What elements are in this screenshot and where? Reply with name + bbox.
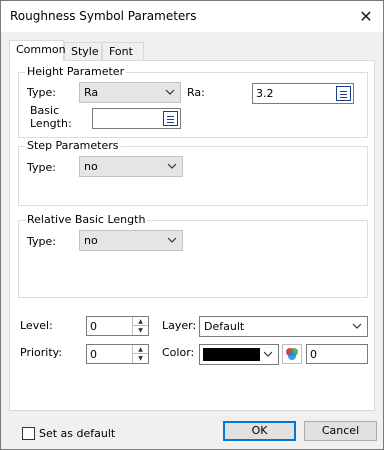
step-type-label: Type: [27, 161, 56, 174]
height-type-value: Ra [84, 86, 99, 99]
ra-value: 3.2 [256, 87, 274, 100]
ra-label: Ra: [187, 86, 205, 99]
priority-spinner[interactable]: 0 ▲ ▼ [86, 344, 149, 364]
color-palette-icon [286, 348, 298, 360]
basic-length-label-line2: Length: [30, 117, 72, 130]
dialog-window: Roughness Symbol Parameters ✕ Common Sty… [0, 0, 384, 450]
close-button[interactable]: ✕ [349, 1, 383, 32]
color-select[interactable] [199, 344, 279, 365]
set-default-label: Set as default [39, 427, 116, 440]
relative-basic-length-title: Relative Basic Length [25, 213, 148, 226]
chevron-down-icon [164, 85, 176, 99]
basic-length-input[interactable] [92, 108, 181, 129]
step-parameters-title: Step Parameters [25, 139, 121, 152]
chevron-down-icon [166, 159, 178, 173]
title-bar: Roughness Symbol Parameters ✕ [1, 1, 383, 32]
spin-arrows-icon[interactable]: ▲ ▼ [132, 345, 148, 363]
ra-input[interactable]: 3.2 [252, 83, 354, 104]
tab-font[interactable]: Font [102, 42, 144, 61]
step-type-value: no [84, 160, 98, 173]
set-default-checkbox[interactable] [22, 427, 35, 440]
relative-type-label: Type: [27, 235, 56, 248]
tab-panel-common: Height Parameter Type: Ra Ra: 3.2 Basic … [9, 60, 375, 411]
color-index-input[interactable]: 0 [306, 344, 368, 364]
relative-basic-length-group: Relative Basic Length Type: no [18, 213, 368, 298]
step-type-select[interactable]: no [79, 156, 183, 177]
chevron-down-icon [166, 233, 178, 247]
priority-label: Priority: [20, 346, 63, 359]
relative-type-value: no [84, 234, 98, 247]
layer-value: Default [204, 320, 245, 333]
height-type-label: Type: [27, 86, 56, 99]
close-icon: ✕ [359, 7, 373, 26]
cancel-button[interactable]: Cancel [304, 421, 377, 441]
layer-select[interactable]: Default [199, 316, 368, 337]
height-parameter-title: Height Parameter [25, 65, 127, 78]
spin-down-icon[interactable]: ▼ [133, 326, 148, 335]
chevron-down-icon [262, 347, 274, 361]
level-spinner[interactable]: 0 ▲ ▼ [86, 316, 149, 336]
color-index-value: 0 [310, 348, 317, 361]
tab-style[interactable]: Style [64, 42, 102, 61]
chevron-down-icon [351, 319, 363, 333]
spin-up-icon[interactable]: ▲ [133, 317, 148, 326]
relative-type-select[interactable]: no [79, 230, 183, 251]
height-parameter-group: Height Parameter Type: Ra Ra: 3.2 Basic … [18, 65, 368, 138]
spin-down-icon[interactable]: ▼ [133, 354, 148, 363]
ok-button[interactable]: OK [223, 421, 296, 441]
list-icon[interactable] [163, 111, 178, 126]
color-palette-button[interactable] [282, 344, 302, 364]
list-icon[interactable] [336, 86, 351, 101]
spin-arrows-icon[interactable]: ▲ ▼ [132, 317, 148, 335]
step-parameters-group: Step Parameters Type: no [18, 139, 368, 206]
color-label: Color: [162, 346, 195, 359]
priority-value: 0 [90, 348, 97, 361]
dialog-title: Roughness Symbol Parameters [10, 9, 197, 23]
level-label: Level: [20, 319, 53, 332]
color-swatch [203, 348, 260, 361]
height-type-select[interactable]: Ra [79, 82, 181, 103]
spin-up-icon[interactable]: ▲ [133, 345, 148, 354]
layer-label: Layer: [162, 319, 197, 332]
level-value: 0 [90, 320, 97, 333]
tab-common[interactable]: Common [9, 40, 66, 61]
basic-length-label-line1: Basic [30, 104, 60, 117]
